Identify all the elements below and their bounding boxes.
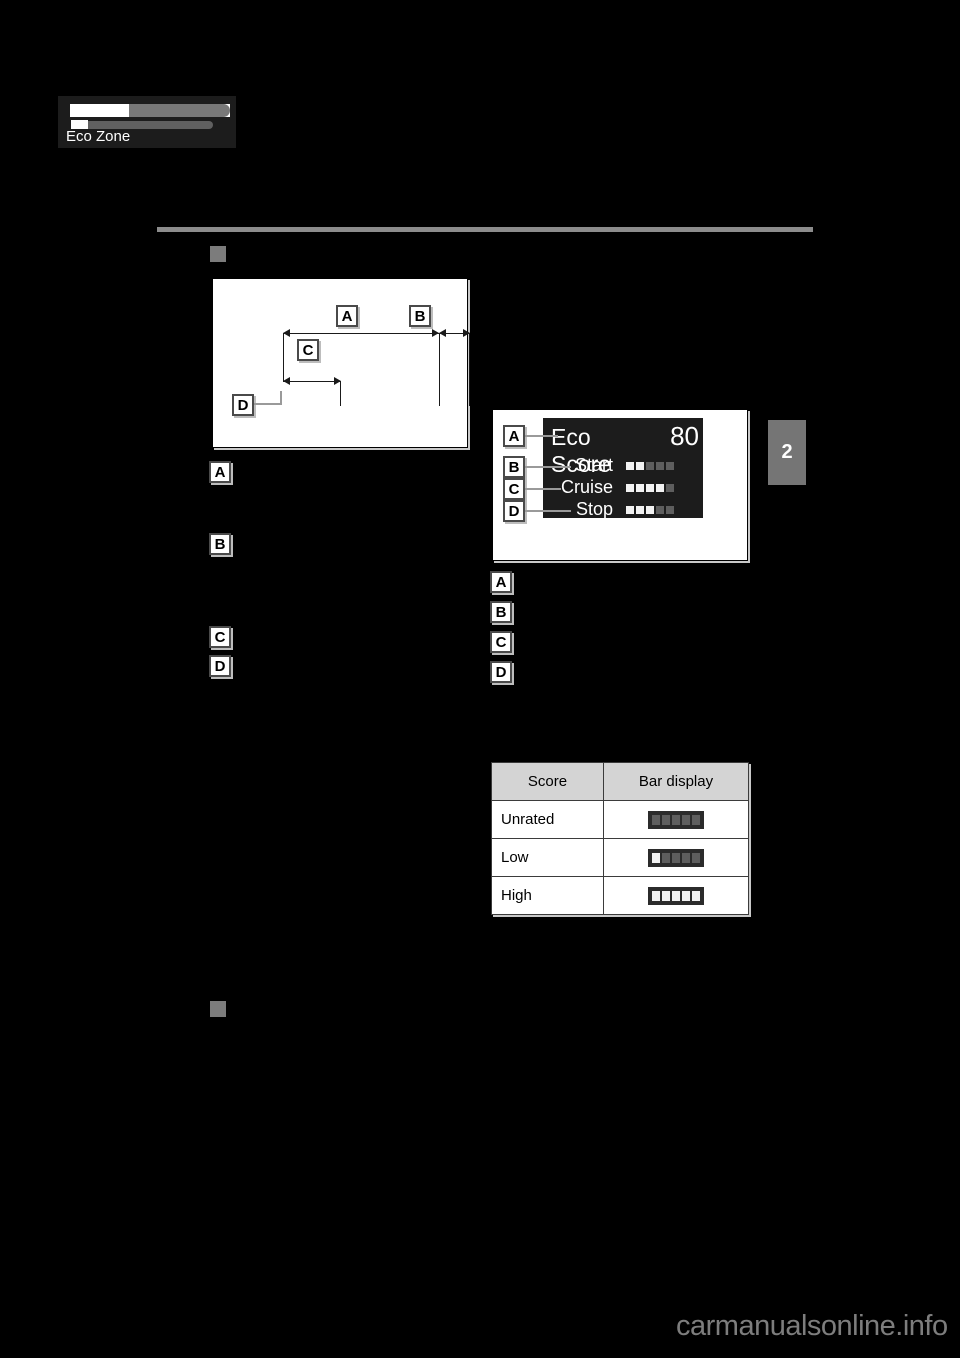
left-callout-b: B	[209, 533, 231, 555]
eco-score-value: 80	[670, 421, 699, 451]
segment	[636, 505, 644, 514]
extension-line-1	[283, 333, 284, 381]
segment	[652, 814, 660, 825]
segment	[666, 483, 674, 492]
segment	[656, 483, 664, 492]
table-cell-bar-display	[603, 876, 749, 915]
section-marker-top	[210, 246, 226, 262]
score-bar-display-table: Score Bar display Unrated Low High	[491, 762, 749, 915]
segment	[626, 505, 634, 514]
segment	[646, 461, 654, 470]
table-row: Low	[491, 838, 749, 877]
left-callout-a: A	[209, 461, 231, 483]
table-row: High	[491, 876, 749, 915]
dimension-arrow-a-right	[432, 329, 439, 337]
site-watermark: carmanualsonline.info	[676, 1310, 948, 1342]
segment	[662, 852, 670, 863]
eco-score-row-start-bars	[626, 461, 674, 470]
table-header-score: Score	[491, 762, 604, 801]
bar-display-indicator	[648, 886, 704, 905]
right-callout-c: C	[490, 631, 512, 653]
table-cell-bar-display	[603, 800, 749, 839]
section-marker-bottom	[210, 1001, 226, 1017]
segment	[672, 852, 680, 863]
dimension-arrow-b-left	[439, 329, 446, 337]
segment	[692, 890, 700, 901]
eco-score-row-cruise: Cruise	[551, 477, 674, 498]
segment	[682, 852, 690, 863]
extension-line-3	[439, 333, 440, 406]
left-callout-d: D	[209, 655, 231, 677]
table-row: Unrated	[491, 800, 749, 839]
figure2-callout-c: C	[503, 478, 525, 500]
figure2-leader-a	[525, 435, 558, 437]
segment	[652, 852, 660, 863]
right-callout-b: B	[490, 601, 512, 623]
table-body: Unrated Low High	[491, 800, 749, 915]
extension-line-2	[340, 381, 341, 406]
figure2-callout-b: B	[503, 456, 525, 478]
segment	[682, 890, 690, 901]
chapter-tab: 2	[768, 420, 806, 485]
segment	[666, 461, 674, 470]
dimension-line-c	[283, 381, 340, 382]
figure2-callout-a: A	[503, 425, 525, 447]
segment	[636, 483, 644, 492]
eco-bar-grey-segment	[129, 104, 230, 117]
segment	[662, 890, 670, 901]
right-callout-d: D	[490, 661, 512, 683]
segment	[646, 505, 654, 514]
eco-zone-label: Eco Zone	[66, 128, 131, 145]
segment	[656, 461, 664, 470]
eco-score-row-cruise-bars	[626, 483, 674, 492]
segment	[636, 461, 644, 470]
page-header-rule	[157, 227, 813, 232]
eco-driving-figure-frame	[212, 278, 468, 448]
table-cell-bar-display	[603, 838, 749, 877]
figure2-leader-c	[525, 488, 561, 490]
figure1-callout-a: A	[336, 305, 358, 327]
dimension-arrow-a-left	[283, 329, 290, 337]
figure1-leader-d	[254, 403, 282, 405]
dimension-arrow-c-left	[283, 377, 290, 385]
table-header-bar-display: Bar display	[603, 762, 749, 801]
table-cell-score: High	[491, 876, 604, 915]
segment	[666, 505, 674, 514]
figure1-callout-b: B	[409, 305, 431, 327]
segment	[626, 461, 634, 470]
table-cell-score: Low	[491, 838, 604, 877]
extension-line-4	[469, 333, 470, 406]
segment	[692, 852, 700, 863]
segment	[652, 890, 660, 901]
segment	[626, 483, 634, 492]
figure2-leader-d	[525, 510, 571, 512]
segment	[672, 814, 680, 825]
figure2-callout-d: D	[503, 500, 525, 522]
left-callout-c: C	[209, 626, 231, 648]
figure1-callout-c: C	[297, 339, 319, 361]
figure1-callout-d: D	[232, 394, 254, 416]
table-cell-score: Unrated	[491, 800, 604, 839]
segment	[646, 483, 654, 492]
table-header-row: Score Bar display	[491, 762, 749, 801]
segment	[682, 814, 690, 825]
segment	[656, 505, 664, 514]
figure2-leader-b	[525, 466, 571, 468]
segment	[692, 814, 700, 825]
bar-display-indicator	[648, 810, 704, 829]
figure1-leader-d-v	[280, 391, 282, 405]
eco-score-row-stop-bars	[626, 505, 674, 514]
segment	[662, 814, 670, 825]
segment	[672, 890, 680, 901]
dimension-line-a	[283, 333, 439, 334]
right-callout-a: A	[490, 571, 512, 593]
bar-display-indicator	[648, 848, 704, 867]
